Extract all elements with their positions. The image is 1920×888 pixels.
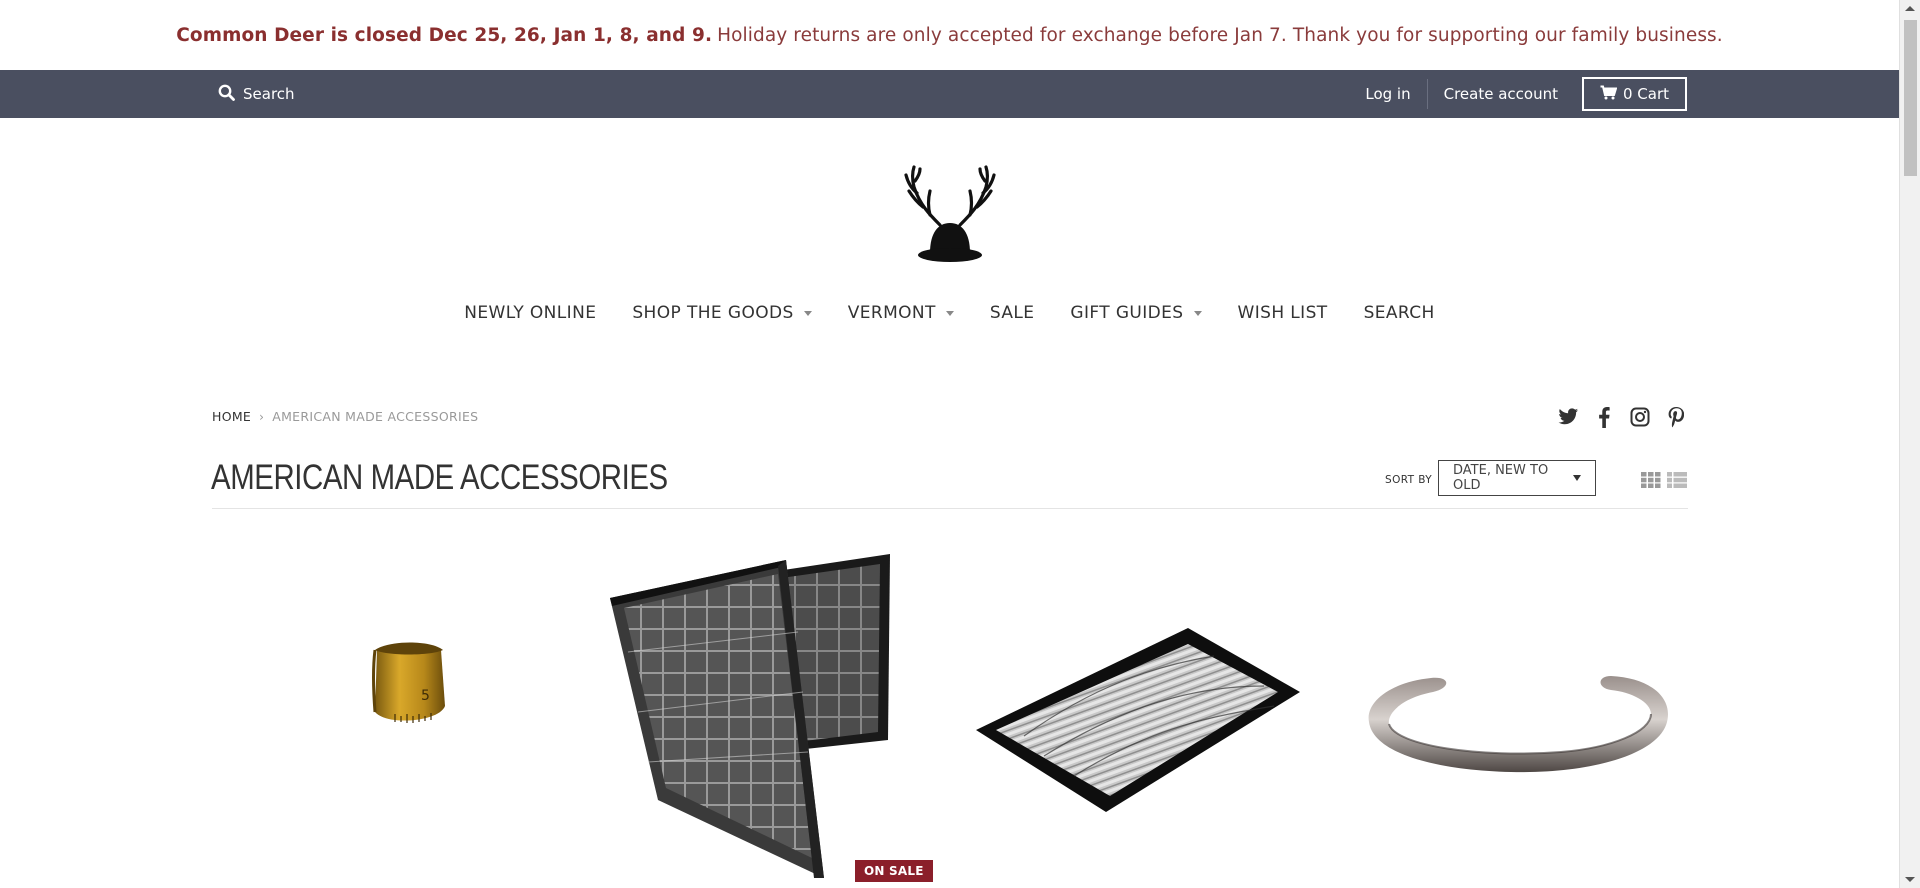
nav-item-label: WISH LIST xyxy=(1237,303,1328,323)
nav-item-label: SHOP THE GOODS xyxy=(632,303,794,323)
nav-item-label: VERMONT xyxy=(847,303,936,323)
svg-text:5: 5 xyxy=(421,688,430,704)
nav-item-shop-the-goods[interactable]: SHOP THE GOODS xyxy=(614,303,829,323)
page-scrollbar[interactable] xyxy=(1899,0,1920,888)
list-view-icon[interactable] xyxy=(1667,472,1687,488)
product-card-flat-wallet[interactable] xyxy=(974,626,1300,812)
chevron-down-icon xyxy=(1573,475,1581,481)
social-links xyxy=(1557,406,1687,428)
scroll-down-arrow-icon[interactable] xyxy=(1905,877,1915,882)
create-account-link[interactable]: Create account xyxy=(1428,79,1574,109)
nav-item-sale[interactable]: SALE xyxy=(972,303,1053,323)
nav-item-label: SALE xyxy=(989,303,1035,323)
title-divider xyxy=(212,508,1688,509)
facebook-icon[interactable] xyxy=(1593,406,1615,428)
cart-icon xyxy=(1600,85,1618,104)
nav-item-wish-list[interactable]: WISH LIST xyxy=(1220,303,1346,323)
product-image xyxy=(1368,676,1668,773)
product-image xyxy=(610,554,890,878)
site-logo[interactable] xyxy=(890,163,1010,273)
product-image xyxy=(976,628,1300,812)
sort-by-label: SORT BY xyxy=(1385,474,1433,486)
cart-button[interactable]: 0 Cart xyxy=(1581,77,1687,111)
nav-item-gift-guides[interactable]: GIFT GUIDES xyxy=(1052,303,1219,323)
announcement-text: Holiday returns are only accepted for ex… xyxy=(717,24,1723,46)
login-link[interactable]: Log in xyxy=(1349,79,1426,109)
nav-item-label: SEARCH xyxy=(1363,303,1435,323)
product-card-brass-ring[interactable]: 5 xyxy=(365,636,450,730)
page: Common Deer is closed Dec 25, 26, Jan 1,… xyxy=(0,0,1899,888)
product-card-bifold-wallet[interactable] xyxy=(608,552,893,882)
nav-item-search[interactable]: SEARCH xyxy=(1346,303,1453,323)
grid-view-icon[interactable] xyxy=(1641,472,1661,488)
scroll-up-arrow-icon[interactable] xyxy=(1905,6,1915,11)
twitter-icon[interactable] xyxy=(1557,406,1579,428)
top-utility-bar: Search Log in Create account 0 Cart xyxy=(0,70,1899,118)
nav-item-vermont[interactable]: VERMONT xyxy=(830,303,972,323)
product-image: 5 xyxy=(372,642,445,723)
sort-by-select[interactable]: DATE, NEW TO OLD xyxy=(1438,460,1596,496)
on-sale-badge: ON SALE xyxy=(855,860,933,882)
caret-down-icon xyxy=(803,310,812,316)
caret-down-icon xyxy=(1193,310,1202,316)
page-title: AMERICAN MADE ACCESSORIES xyxy=(211,458,668,497)
header-search-label: Search xyxy=(243,85,295,103)
nav-item-label: GIFT GUIDES xyxy=(1070,303,1184,323)
announcement-bar: Common Deer is closed Dec 25, 26, Jan 1,… xyxy=(0,0,1899,70)
pinterest-icon[interactable] xyxy=(1665,406,1687,428)
account-links: Log in Create account 0 Cart xyxy=(1349,70,1687,118)
product-card-silver-cuff[interactable] xyxy=(1361,662,1673,774)
breadcrumb: HOME › AMERICAN MADE ACCESSORIES xyxy=(212,409,478,424)
cart-label: 0 Cart xyxy=(1622,85,1669,103)
announcement-bold-text: Common Deer is closed Dec 25, 26, Jan 1,… xyxy=(176,24,713,46)
nav-item-label: NEWLY ONLINE xyxy=(464,303,597,323)
header-search-button[interactable]: Search xyxy=(218,70,295,118)
breadcrumb-home-link[interactable]: HOME xyxy=(212,409,251,424)
sort-by-value: DATE, NEW TO OLD xyxy=(1453,463,1549,493)
breadcrumb-separator: › xyxy=(259,409,265,424)
caret-down-icon xyxy=(945,310,954,316)
nav-item-newly-online[interactable]: NEWLY ONLINE xyxy=(446,303,614,323)
breadcrumb-current: AMERICAN MADE ACCESSORIES xyxy=(272,409,479,424)
instagram-icon[interactable] xyxy=(1629,406,1651,428)
main-nav: NEWLY ONLINE SHOP THE GOODS VERMONT SALE… xyxy=(0,303,1899,323)
search-icon xyxy=(218,84,235,105)
scrollbar-thumb[interactable] xyxy=(1904,20,1917,176)
